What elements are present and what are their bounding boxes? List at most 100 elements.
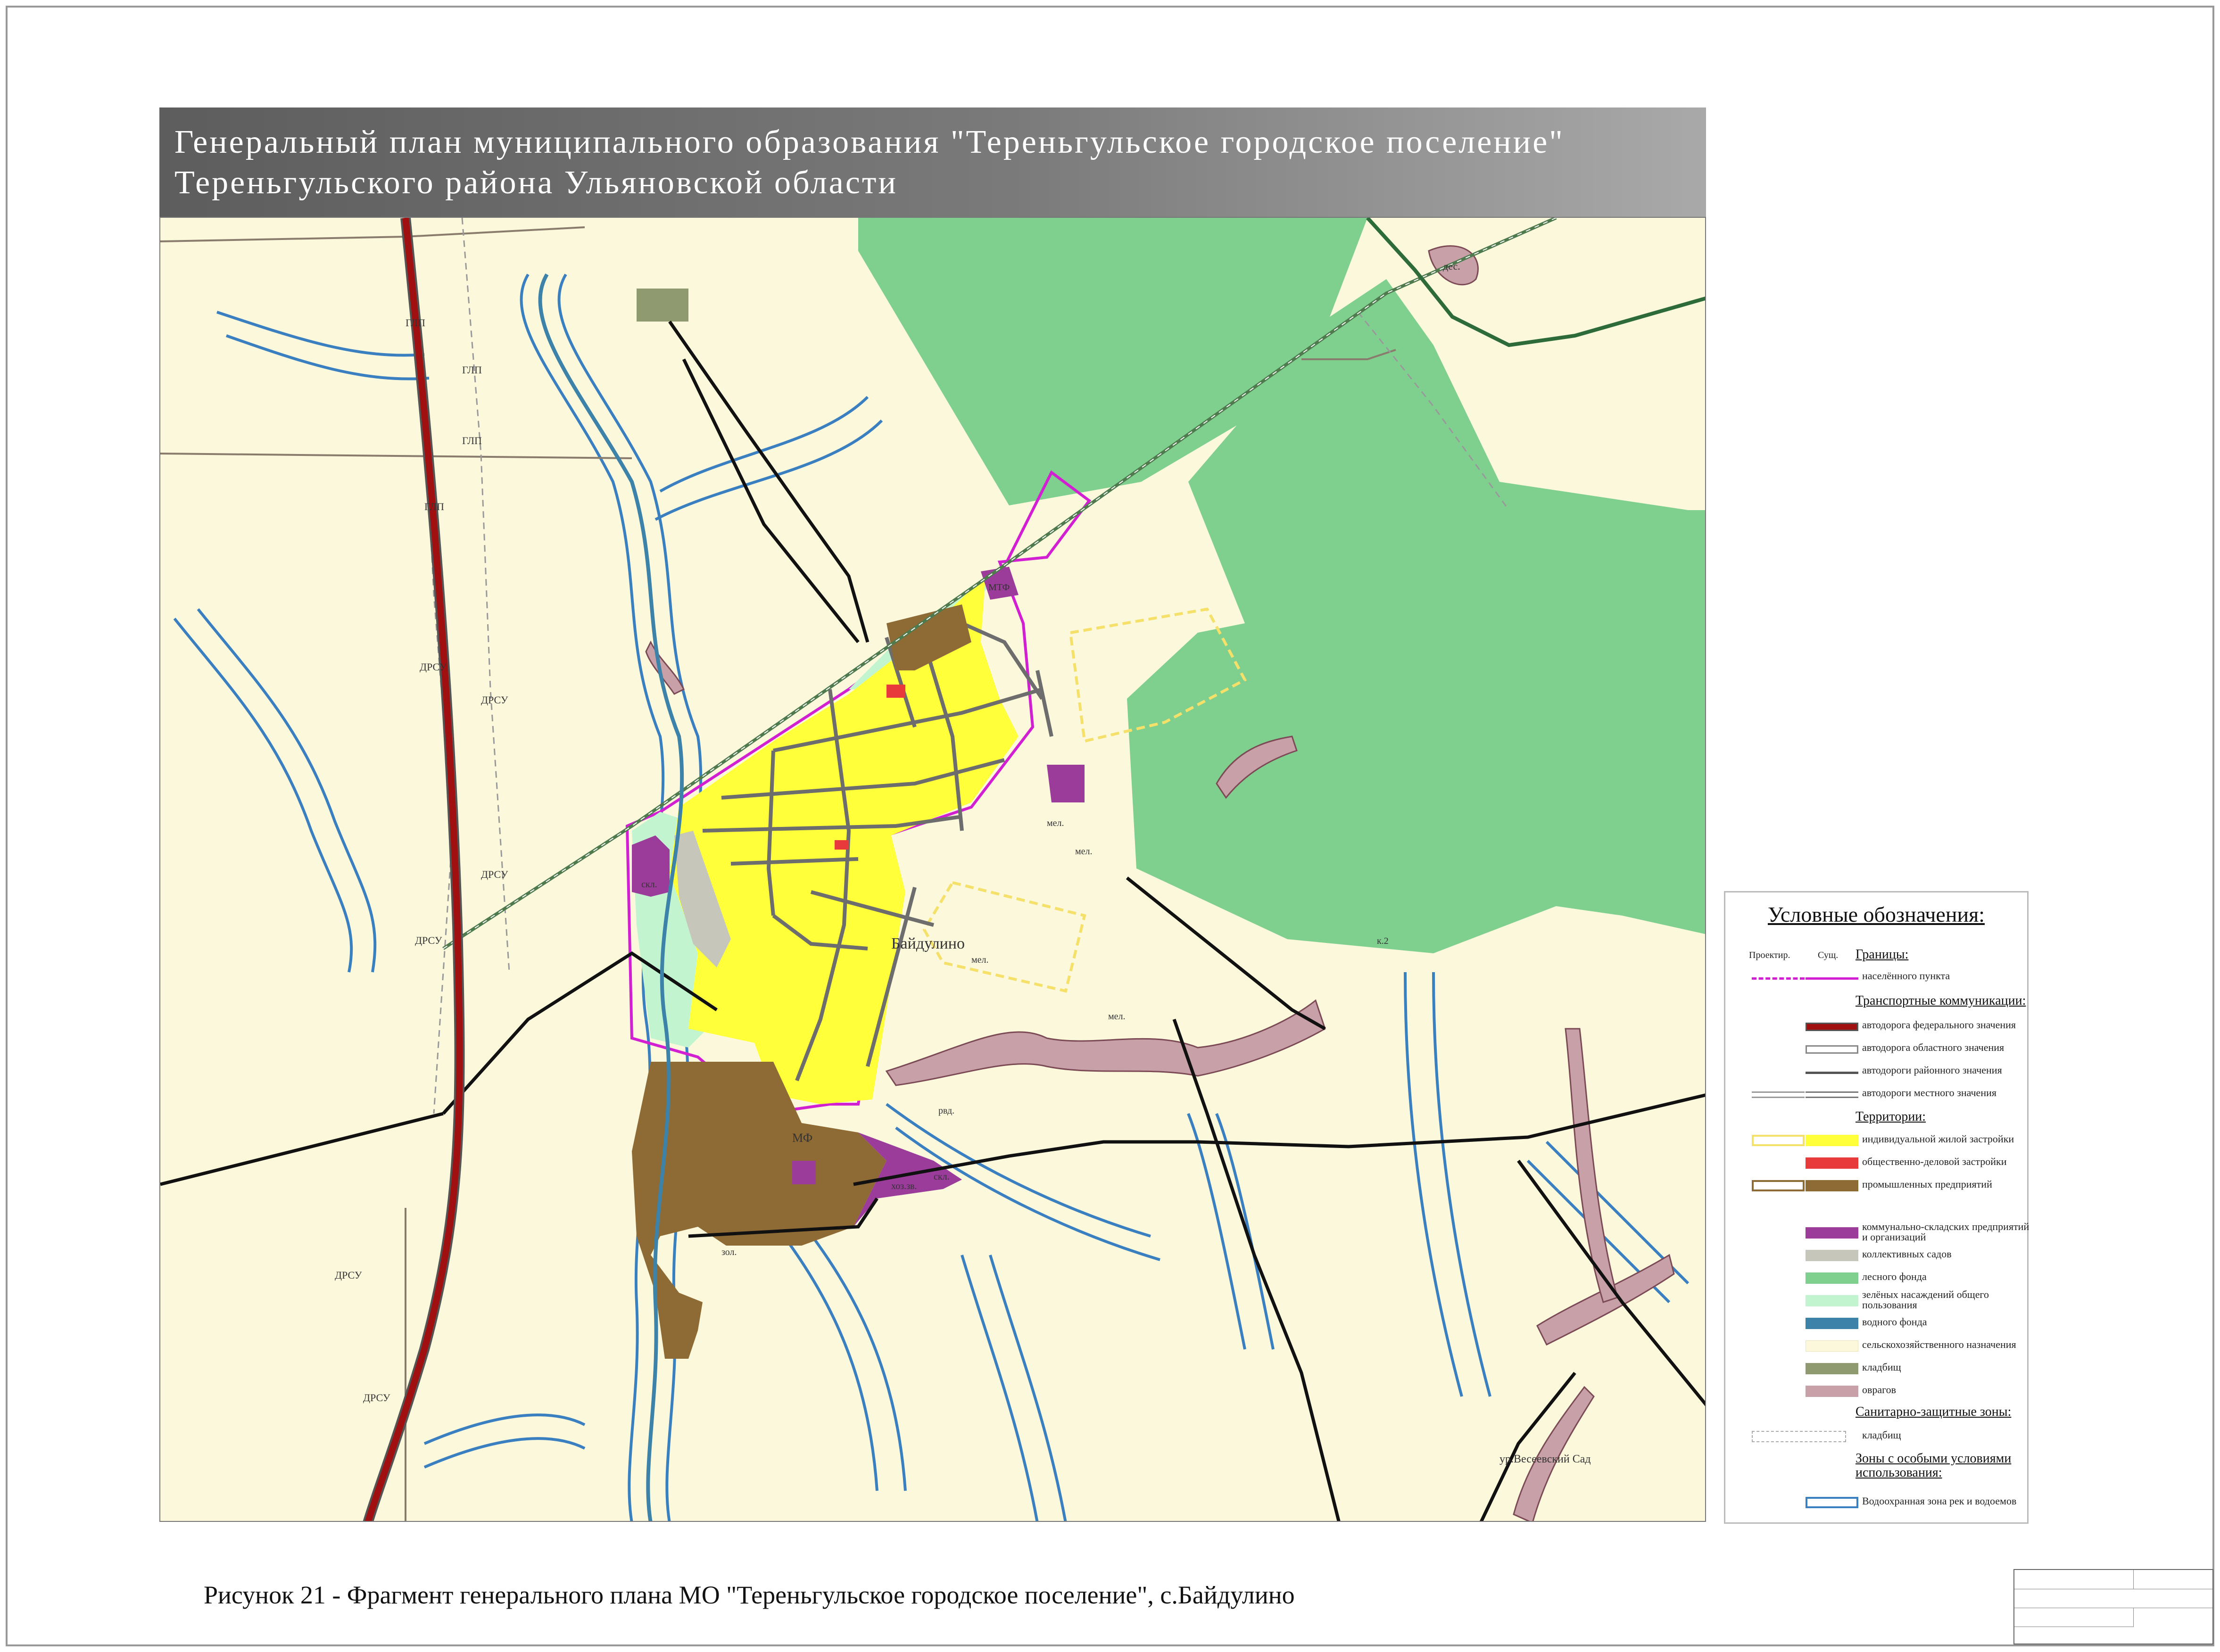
swatch-gardens — [1806, 1250, 1858, 1261]
legend-title: Условные обозначения: — [1767, 902, 1985, 926]
swatch-border-planned — [1752, 977, 1805, 980]
swatch-road-federal — [1806, 1023, 1858, 1031]
label-rvd: рвд. — [938, 1106, 954, 1116]
legend-row-gardens: коллективных садов — [1725, 1248, 2027, 1264]
swatch-residential-existing — [1806, 1135, 1858, 1146]
label-zol: зол. — [721, 1247, 737, 1257]
swatch-sanitary-cemeteries — [1752, 1431, 1846, 1442]
legend-row-road-local: автодороги местного значения — [1725, 1087, 2027, 1103]
legend-text-industrial: промышленных предприятий — [1862, 1178, 1992, 1190]
legend-section-special: Зоны с особыми условиями использования: — [1856, 1451, 2012, 1480]
legend-text-communal-1: коммунально-складских предприятий — [1862, 1221, 2029, 1232]
swatch-public — [1806, 1157, 1858, 1169]
swatch-industrial-planned — [1752, 1180, 1805, 1191]
label-glp-3: ГЛП — [462, 364, 482, 376]
label-mel-1: мел. — [1047, 818, 1064, 828]
legend-text-ravines: оврагов — [1862, 1384, 1897, 1396]
label-drsu-1: ДРСУ — [420, 661, 447, 673]
label-glp-2: ГЛП — [424, 501, 444, 512]
label-ur-vesseevsky: ур.Весеевский Сад — [1499, 1453, 1591, 1465]
figure-caption: Рисунок 21 - Фрагмент генерального плана… — [204, 1581, 1295, 1609]
label-mtf: МТФ — [988, 582, 1010, 593]
legend-col-planned: Проектир. — [1749, 950, 1790, 960]
legend-section-territories: Территории: — [1856, 1109, 1926, 1124]
swatch-road-local-existing — [1806, 1091, 1858, 1098]
title-banner: Генеральный план муниципального образова… — [159, 107, 1706, 217]
legend-row-agricultural: сельскохозяйственного назначения — [1725, 1338, 2027, 1355]
label-mel-3: мел. — [971, 955, 989, 965]
label-k2: к.2 — [1377, 936, 1389, 946]
legend-row-sanitary-cemeteries: кладбищ — [1725, 1429, 2027, 1445]
legend-text-settlement-border: населённого пункта — [1862, 970, 1950, 982]
communal-storage-east — [1047, 765, 1085, 802]
legend-row-road-district: автодороги районного значения — [1725, 1064, 2027, 1080]
legend-text-public: общественно-деловой застройки — [1862, 1156, 2007, 1167]
label-drsu-3: ДРСУ — [481, 868, 508, 880]
swatch-water-protection — [1806, 1497, 1858, 1508]
map-canvas[interactable]: ГЛП ГЛП ГЛП ГЛП ДРСУ ДРСУ ДРСУ ДРСУ ДРСУ… — [159, 217, 1706, 1522]
legend-row-public: общественно-деловой застройки — [1725, 1156, 2027, 1172]
label-mel-2: мел. — [1075, 846, 1093, 857]
industrial-farm-zone — [632, 1062, 886, 1359]
label-mf: МФ — [792, 1131, 812, 1145]
public-building-1 — [886, 685, 905, 698]
title-block-stamp — [2013, 1569, 2213, 1644]
swatch-agricultural — [1806, 1340, 1858, 1352]
swatch-road-regional — [1806, 1045, 1858, 1054]
legend-row-water-protection: Водоохранная зона рек и водоемов — [1725, 1495, 2027, 1511]
label-drsu-6: ДРСУ — [363, 1392, 390, 1404]
legend-row-forest: лесного фонда — [1725, 1271, 2027, 1287]
label-glp-1: ГЛП — [406, 317, 425, 329]
communal-storage-plot — [792, 1161, 816, 1184]
label-glp-4: ГЛП — [462, 435, 482, 446]
swatch-water — [1806, 1318, 1858, 1329]
legend-row-cemeteries: кладбищ — [1725, 1361, 2027, 1377]
legend-row-industrial: промышленных предприятий — [1725, 1178, 2027, 1194]
label-mel-4: мел. — [1108, 1011, 1126, 1022]
swatch-ravines — [1806, 1386, 1858, 1397]
legend-row-road-regional: автодорога областного значения — [1725, 1041, 2027, 1057]
map-title-line-2: Тереньгульского района Ульяновской облас… — [174, 165, 898, 201]
label-drsu-4: ДРСУ — [415, 934, 442, 946]
label-skl-1: скл. — [641, 879, 657, 890]
legend-text-road-federal: автодорога федерального значения — [1862, 1019, 2016, 1031]
legend-text-greenery-2: пользования — [1862, 1299, 1917, 1311]
label-hoz: хоз.зв. — [891, 1181, 917, 1191]
public-building-2 — [835, 840, 849, 850]
cemetery-plot — [637, 289, 688, 322]
legend-text-greenery-1: зелёных насаждений общего — [1862, 1289, 1989, 1300]
legend-row-settlement-border: населённого пункта — [1725, 970, 2027, 986]
label-drsu-5: ДРСУ — [335, 1269, 362, 1281]
legend-text-agricultural: сельскохозяйственного назначения — [1862, 1338, 2016, 1350]
legend-section-borders: Границы: — [1856, 947, 1909, 962]
swatch-industrial-existing — [1806, 1180, 1858, 1191]
swatch-border-existing — [1806, 977, 1858, 980]
legend-text-road-regional: автодорога областного значения — [1862, 1041, 2005, 1053]
legend-text-communal-2: и организаций — [1862, 1231, 1926, 1243]
legend-text-road-district: автодороги районного значения — [1862, 1064, 2002, 1076]
legend-text-sanitary-cemeteries: кладбищ — [1862, 1429, 1901, 1441]
label-des: дес. — [1443, 260, 1460, 272]
map-legend: Условные обозначения: Проектир. Сущ. Гра… — [1724, 891, 2029, 1524]
swatch-cemeteries — [1806, 1363, 1858, 1374]
legend-text-water-protection: Водоохранная зона рек и водоемов — [1862, 1495, 2017, 1507]
federal-highway — [363, 218, 465, 1521]
label-settlement: Байдулино — [891, 935, 965, 952]
legend-row-ravines: оврагов — [1725, 1384, 2027, 1400]
label-skl-2: скл. — [934, 1172, 950, 1182]
legend-text-road-local: автодороги местного значения — [1862, 1087, 1996, 1099]
swatch-residential-planned — [1752, 1135, 1805, 1146]
swatch-communal — [1806, 1227, 1858, 1239]
label-drsu-2: ДРСУ — [481, 694, 508, 706]
legend-row-road-federal: автодорога федерального значения — [1725, 1019, 2027, 1035]
map-svg: ГЛП ГЛП ГЛП ГЛП ДРСУ ДРСУ ДРСУ ДРСУ ДРСУ… — [160, 218, 1705, 1521]
legend-text-gardens: коллективных садов — [1862, 1248, 1952, 1260]
legend-section-transport: Транспортные коммуникации: — [1856, 993, 2026, 1008]
legend-text-residential: индивидуальной жилой застройки — [1862, 1133, 2014, 1145]
legend-row-greenery: зелёных насаждений общего пользования — [1725, 1289, 2027, 1311]
legend-col-existing: Сущ. — [1818, 950, 1839, 960]
swatch-forest — [1806, 1272, 1858, 1284]
legend-row-residential: индивидуальной жилой застройки — [1725, 1133, 2027, 1149]
swatch-greenery — [1806, 1295, 1858, 1306]
swatch-road-local-planned — [1752, 1091, 1805, 1098]
